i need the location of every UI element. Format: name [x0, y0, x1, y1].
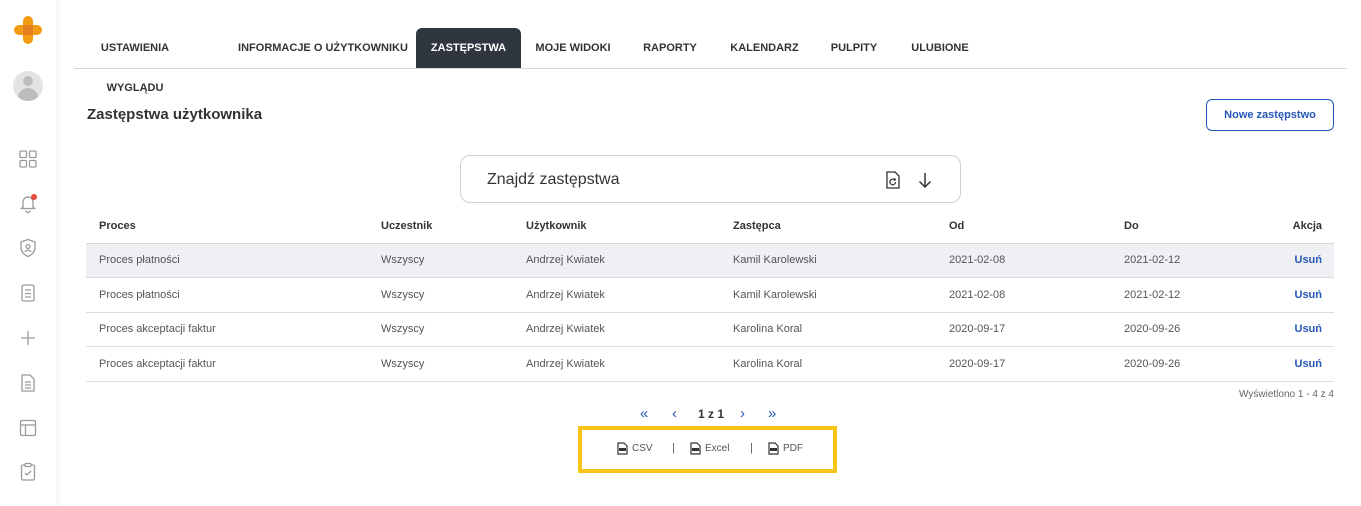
separator: | — [750, 442, 753, 454]
cell-from: 2021-02-08 — [936, 277, 1111, 313]
tab-bar: USTAWIENIA WYGLĄDU INFORMACJE O UŻYTKOWN… — [74, 28, 1347, 94]
cell-user: Andrzej Kwiatek — [513, 312, 720, 347]
page-info: 1 z 1 — [698, 407, 725, 421]
cell-substitute: Kamil Karolewski — [720, 277, 936, 313]
delete-link[interactable]: Usuń — [1295, 358, 1323, 370]
cell-from: 2020-09-17 — [936, 312, 1111, 347]
cell-user: Andrzej Kwiatek — [513, 277, 720, 313]
cell-participant: Wszyscy — [368, 277, 513, 313]
security-shield-icon[interactable] — [17, 237, 39, 259]
cell-from: 2020-09-17 — [936, 346, 1111, 382]
avatar[interactable] — [13, 71, 43, 101]
cell-to: 2021-02-12 — [1111, 277, 1258, 313]
cell-substitute: Kamil Karolewski — [720, 243, 936, 278]
table-row[interactable]: Proces płatności Wszyscy Andrzej Kwiatek… — [86, 277, 1334, 313]
tab-favorites[interactable]: ULUBIONE — [908, 28, 972, 68]
column-header-from[interactable]: Od — [936, 210, 1111, 244]
table-row[interactable]: Proces akceptacji faktur Wszyscy Andrzej… — [86, 312, 1334, 347]
export-excel-label: Excel — [705, 443, 730, 454]
cell-to: 2020-09-26 — [1111, 312, 1258, 347]
tasks-clipboard-icon[interactable] — [17, 461, 39, 483]
expand-arrow-down-icon[interactable] — [916, 171, 934, 189]
table-row[interactable]: Proces płatności Wszyscy Andrzej Kwiatek… — [86, 243, 1334, 278]
cell-participant: Wszyscy — [368, 346, 513, 382]
file-icon — [617, 442, 628, 455]
new-substitution-button[interactable]: Nowe zastępstwo — [1206, 99, 1334, 131]
delete-link[interactable]: Usuń — [1295, 289, 1323, 301]
cell-participant: Wszyscy — [368, 243, 513, 278]
cell-process: Proces płatności — [86, 277, 368, 313]
cell-action: Usuń — [1258, 243, 1334, 278]
last-page-icon[interactable]: » — [768, 405, 776, 423]
tab-user-information[interactable]: INFORMACJE O UŻYTKOWNIKU — [234, 28, 412, 68]
export-csv-label: CSV — [632, 443, 653, 454]
separator: | — [672, 442, 675, 454]
table-row[interactable]: Proces akceptacji faktur Wszyscy Andrzej… — [86, 346, 1334, 382]
cell-participant: Wszyscy — [368, 312, 513, 347]
page-title: Zastępstwa użytkownika — [87, 106, 263, 123]
table-header-row: Proces Uczestnik Użytkownik Zastępca Od … — [86, 210, 1334, 244]
export-pdf-button[interactable]: PDF — [768, 442, 803, 455]
column-header-to[interactable]: Do — [1111, 210, 1258, 244]
cell-user: Andrzej Kwiatek — [513, 243, 720, 278]
sidebar — [0, 0, 56, 506]
previous-page-icon[interactable]: ‹ — [672, 405, 677, 423]
cell-to: 2021-02-12 — [1111, 243, 1258, 278]
tab-my-views[interactable]: MOJE WIDOKI — [532, 28, 614, 68]
column-header-process[interactable]: Proces — [86, 210, 368, 244]
results-count: Wyświetlono 1 - 4 z 4 — [1239, 389, 1334, 400]
export-excel-button[interactable]: Excel — [690, 442, 729, 455]
next-page-icon[interactable]: › — [740, 405, 745, 423]
checklist-icon[interactable] — [17, 282, 39, 304]
tab-calendar[interactable]: KALENDARZ — [727, 28, 802, 68]
column-header-participant[interactable]: Uczestnik — [368, 210, 513, 244]
cell-action: Usuń — [1258, 312, 1334, 347]
export-csv-button[interactable]: CSV — [617, 442, 653, 455]
column-header-action: Akcja — [1258, 210, 1334, 244]
column-header-user[interactable]: Użytkownik — [513, 210, 720, 244]
file-icon — [768, 442, 779, 455]
tab-dashboards[interactable]: PULPITY — [828, 28, 880, 68]
column-header-substitute[interactable]: Zastępca — [720, 210, 936, 244]
search-panel[interactable]: Znajdź zastępstwa — [460, 155, 961, 203]
export-pdf-label: PDF — [783, 443, 803, 454]
search-label: Znajdź zastępstwa — [487, 171, 620, 188]
substitutions-table: Proces Uczestnik Użytkownik Zastępca Od … — [86, 210, 1334, 382]
document-icon[interactable] — [17, 372, 39, 394]
cell-action: Usuń — [1258, 346, 1334, 382]
notification-bell-icon[interactable] — [17, 192, 39, 214]
logo-icon[interactable] — [12, 14, 44, 46]
cell-action: Usuń — [1258, 277, 1334, 313]
first-page-icon[interactable]: « — [640, 405, 648, 423]
export-panel: CSV | Excel | PDF — [578, 426, 837, 473]
cell-user: Andrzej Kwiatek — [513, 346, 720, 382]
cell-substitute: Karolina Koral — [720, 312, 936, 347]
tab-appearance-settings[interactable]: USTAWIENIA WYGLĄDU — [74, 28, 196, 94]
cell-to: 2020-09-26 — [1111, 346, 1258, 382]
refresh-icon[interactable] — [885, 171, 901, 189]
cell-process: Proces akceptacji faktur — [86, 346, 368, 382]
layout-icon[interactable] — [17, 417, 39, 439]
tab-substitutions[interactable]: ZASTĘPSTWA — [416, 28, 521, 68]
delete-link[interactable]: Usuń — [1295, 323, 1323, 335]
pagination: « ‹ 1 z 1 › » — [636, 405, 786, 425]
add-icon[interactable] — [17, 327, 39, 349]
tab-reports[interactable]: RAPORTY — [640, 28, 700, 68]
delete-link[interactable]: Usuń — [1295, 254, 1323, 266]
file-icon — [690, 442, 701, 455]
cell-process: Proces akceptacji faktur — [86, 312, 368, 347]
cell-from: 2021-02-08 — [936, 243, 1111, 278]
cell-process: Proces płatności — [86, 243, 368, 278]
cell-substitute: Karolina Koral — [720, 346, 936, 382]
dashboard-icon[interactable] — [17, 148, 39, 170]
